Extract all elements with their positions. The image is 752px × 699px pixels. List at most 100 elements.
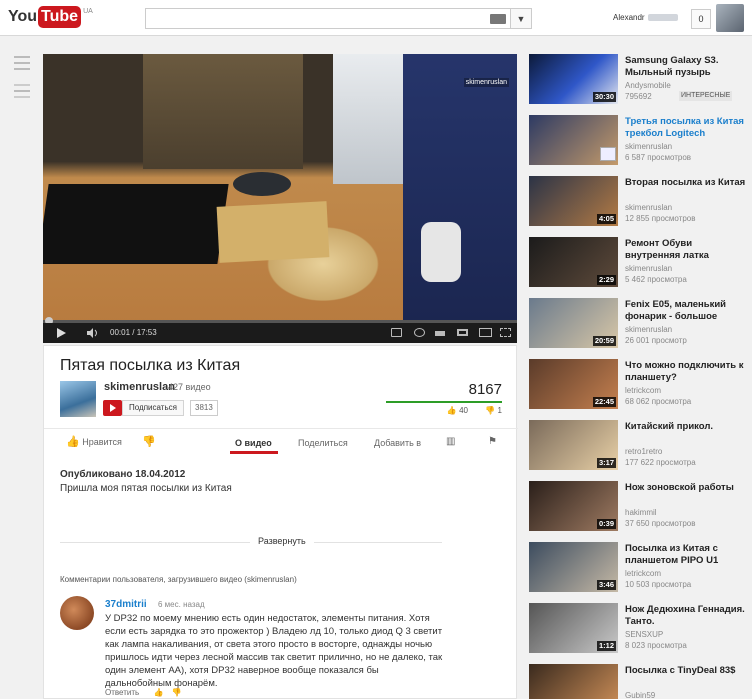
notification-count[interactable]: 0 — [691, 9, 711, 29]
annotations-icon[interactable] — [435, 331, 445, 336]
related-views: 5 462 просмотра — [625, 275, 687, 284]
stats-icon[interactable]: ▥ — [446, 436, 455, 447]
like-button-label: Нравится — [82, 437, 122, 447]
related-channel: SENSXUP — [625, 630, 664, 639]
related-thumbnail[interactable] — [529, 115, 618, 165]
related-video-item[interactable]: Посылка с TinyDeal 83$ Gubin59 — [529, 664, 749, 699]
related-thumbnail[interactable] — [529, 664, 618, 699]
related-video-item[interactable]: 4:05 Вторая посылка из Китая skimenruslan 1… — [529, 176, 749, 228]
related-title[interactable]: Fenix E05, маленький фонарик - большое — [625, 299, 747, 323]
chevron-down-icon: ▼ — [516, 14, 526, 24]
related-title[interactable]: Посылка из Китая с планшетом PIPO U1 — [625, 543, 747, 567]
logo-tube-text: Tube — [38, 6, 82, 28]
laptop — [43, 184, 229, 264]
related-thumbnail[interactable]: 20:59 — [529, 298, 618, 348]
guide-menu-icon[interactable] — [14, 56, 30, 70]
subscribe-button[interactable]: Подписаться — [122, 400, 184, 416]
thumbs-down-icon: 👎 — [142, 436, 156, 448]
video-info-panel: Пятая посылка из Китая skimenruslan 427 … — [43, 345, 518, 699]
related-thumbnail[interactable]: 0:39 — [529, 481, 618, 531]
large-player-icon[interactable] — [479, 328, 492, 337]
related-video-item[interactable]: 3:46 Посылка из Китая с планшетом PIPO U1… — [529, 542, 749, 594]
tab-add-to[interactable]: Добавить в — [374, 438, 421, 448]
related-video-item[interactable]: 2:29 Ремонт Обуви внутренняя латка skimenr… — [529, 237, 749, 289]
related-thumbnail[interactable]: 3:17 — [529, 420, 618, 470]
related-views: 6 587 просмотров — [625, 153, 692, 162]
related-channel: hakimmil — [625, 508, 657, 517]
tab-about[interactable]: О видео — [235, 438, 272, 448]
related-channel: retro1retro — [625, 447, 663, 456]
tab-share[interactable]: Поделиться — [298, 438, 348, 448]
user-avatar[interactable] — [716, 4, 744, 32]
related-title[interactable]: Нож Дедюхина Геннадия. Танто. — [625, 604, 747, 628]
channel-avatar[interactable] — [60, 381, 96, 417]
related-thumbnail[interactable]: 1:12 — [529, 603, 618, 653]
related-title[interactable]: Китайский прикол. — [625, 421, 747, 433]
related-title[interactable]: Вторая посылка из Китая — [625, 177, 747, 189]
related-thumbnail[interactable]: 4:05 — [529, 176, 618, 226]
related-title[interactable]: Посылка с TinyDeal 83$ — [625, 665, 747, 677]
expand-button[interactable]: Развернуть — [250, 536, 314, 546]
settings-gear-icon[interactable] — [414, 328, 425, 337]
report-flag-icon[interactable]: ⚑ — [488, 436, 497, 447]
related-video-item[interactable]: 1:12 Нож Дедюхина Геннадия. Танто. SENSXUP… — [529, 603, 749, 655]
related-thumbnail[interactable]: 22:45 — [529, 359, 618, 409]
thumbs-down-icon[interactable]: 👎 — [172, 688, 182, 697]
channel-name[interactable]: skimenruslan — [104, 381, 175, 393]
hand-glove — [421, 222, 461, 282]
thumbs-up-icon: 👍 — [446, 406, 457, 415]
guide-channel-icon[interactable] — [14, 84, 30, 98]
related-views: 8 023 просмотра — [625, 641, 687, 650]
logo-region: UA — [83, 8, 93, 15]
watch-later-icon[interactable] — [600, 147, 616, 161]
video-frame[interactable]: skimenruslan — [43, 54, 517, 323]
search-input[interactable] — [145, 8, 511, 29]
related-thumbnail[interactable]: 3:46 — [529, 542, 618, 592]
thumbs-up-icon: 👍 — [66, 436, 80, 448]
related-video-item[interactable]: Третья посылка из Китая трекбол Logitech… — [529, 115, 749, 167]
related-thumbnail[interactable]: 2:29 — [529, 237, 618, 287]
search-dropdown-button[interactable]: ▼ — [511, 8, 532, 29]
related-video-item[interactable]: 22:45 Что можно подключить к планшету? let… — [529, 359, 749, 411]
user-name[interactable]: Alexandr — [613, 13, 678, 22]
related-channel: Andysmobile — [625, 81, 671, 90]
related-video-item[interactable]: 0:39 Нож зоновской работы hakimmil 37 650 п… — [529, 481, 749, 533]
related-views: 795692 — [625, 92, 652, 101]
commenter-avatar[interactable] — [60, 596, 94, 630]
video-duration: 4:05 — [596, 214, 616, 224]
reply-link[interactable]: Ответить — [105, 688, 139, 697]
related-channel: skimenruslan — [625, 264, 673, 273]
like-button[interactable]: 👍 Нравится — [66, 435, 122, 448]
dislike-count: 👎 1 — [485, 406, 502, 415]
person-arm — [403, 54, 517, 323]
trackball — [233, 172, 291, 196]
fullscreen-icon[interactable] — [500, 328, 511, 337]
related-title[interactable]: Нож зоновской работы — [625, 482, 747, 494]
video-duration: 3:46 — [596, 580, 616, 590]
logo-you-text: You — [8, 8, 38, 25]
related-views: 68 062 просмотра — [625, 397, 692, 406]
comment-author[interactable]: 37dmitrii — [105, 599, 147, 610]
youtube-play-icon[interactable] — [103, 400, 122, 416]
dislike-button[interactable]: 👎 — [142, 435, 156, 448]
small-player-icon[interactable] — [457, 329, 468, 336]
related-title[interactable]: Samsung Galaxy S3. Мыльный пузырь — [625, 55, 747, 79]
youtube-logo[interactable]: You Tube UA — [8, 6, 93, 30]
related-video-item[interactable]: 20:59 Fenix E05, маленький фонарик - боль… — [529, 298, 749, 350]
related-title[interactable]: Что можно подключить к планшету? — [625, 360, 747, 384]
video-duration: 20:59 — [592, 336, 616, 346]
related-views: 10 503 просмотра — [625, 580, 692, 589]
video-duration: 30:30 — [592, 92, 616, 102]
video-player[interactable]: skimenruslan 00:01 / 17:53 — [43, 54, 517, 343]
related-title[interactable]: Ремонт Обуви внутренняя латка — [625, 238, 747, 262]
related-thumbnail[interactable]: 30:30 — [529, 54, 618, 104]
play-icon[interactable] — [57, 328, 66, 338]
related-title[interactable]: Третья посылка из Китая трекбол Logitech — [625, 116, 747, 140]
related-video-item[interactable]: 30:30 Samsung Galaxy S3. Мыльный пузырь An… — [529, 54, 749, 106]
captions-icon[interactable] — [391, 328, 402, 337]
keyboard-icon[interactable] — [490, 14, 506, 24]
thumbs-up-icon[interactable]: 👍 — [153, 688, 163, 697]
related-video-item[interactable]: 3:17 Китайский прикол. retro1retro 177 622 … — [529, 420, 749, 472]
volume-icon[interactable] — [87, 328, 99, 338]
channel-video-count[interactable]: 427 видео — [168, 382, 211, 392]
